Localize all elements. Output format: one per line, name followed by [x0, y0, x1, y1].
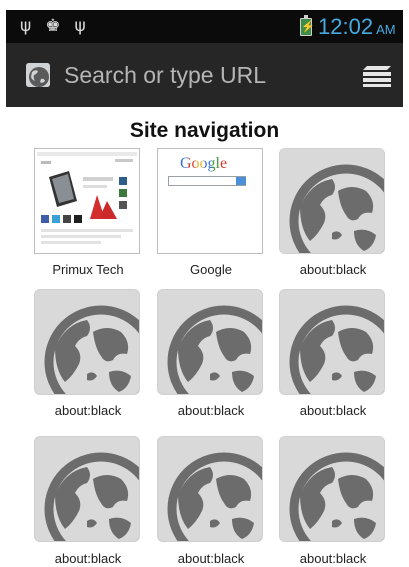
site-tile-label: about:black	[177, 403, 245, 418]
site-thumbnail	[279, 148, 385, 254]
notification-icons: ψ ♚ ψ	[20, 16, 86, 36]
usb-icon: ψ	[74, 16, 86, 36]
globe-icon	[44, 452, 139, 541]
site-screenshot-image	[35, 149, 139, 253]
site-thumbnail	[279, 289, 385, 395]
site-tile-label: about:black	[177, 551, 245, 566]
clock-ampm: AM	[376, 22, 396, 37]
clock-time: 12:02	[318, 14, 374, 39]
google-search-box	[168, 176, 246, 186]
google-search-button	[236, 177, 246, 185]
site-thumbnail	[34, 436, 140, 542]
site-thumbnail	[157, 436, 263, 542]
battery-charging-icon	[300, 15, 312, 36]
site-thumbnail	[34, 289, 140, 395]
site-tile-label: about:black	[54, 551, 122, 566]
usb-icon: ψ	[20, 16, 32, 36]
site-tile-label: Google	[190, 262, 232, 277]
globe-icon	[289, 164, 384, 253]
search-url-input[interactable]	[64, 55, 334, 95]
globe-icon	[167, 452, 262, 541]
site-tile-label: about:black	[299, 403, 367, 418]
globe-icon	[44, 305, 139, 394]
tabs-stack-icon[interactable]	[361, 62, 393, 88]
globe-icon	[289, 452, 384, 541]
site-tile-label: Primux Tech	[52, 262, 124, 277]
globe-icon	[167, 305, 262, 394]
google-logo: Google	[180, 155, 228, 172]
globe-icon	[289, 305, 384, 394]
site-thumbnail	[34, 148, 140, 254]
site-thumbnail	[279, 436, 385, 542]
site-tile-label: about:black	[299, 551, 367, 566]
status-bar: ψ ♚ ψ 12:02AM	[6, 10, 403, 43]
site-thumbnail: Google	[157, 148, 263, 254]
page-title: Site navigation	[129, 119, 280, 142]
android-debug-icon: ♚	[45, 16, 61, 36]
globe-favicon-icon[interactable]	[26, 63, 50, 87]
status-clock: 12:02 AM	[318, 14, 396, 40]
browser-toolbar	[6, 43, 403, 107]
site-tile-label: about:black	[54, 403, 122, 418]
google-screenshot-image: Google	[158, 149, 262, 253]
site-thumbnail	[157, 289, 263, 395]
site-tile-label: about:black	[299, 262, 367, 277]
